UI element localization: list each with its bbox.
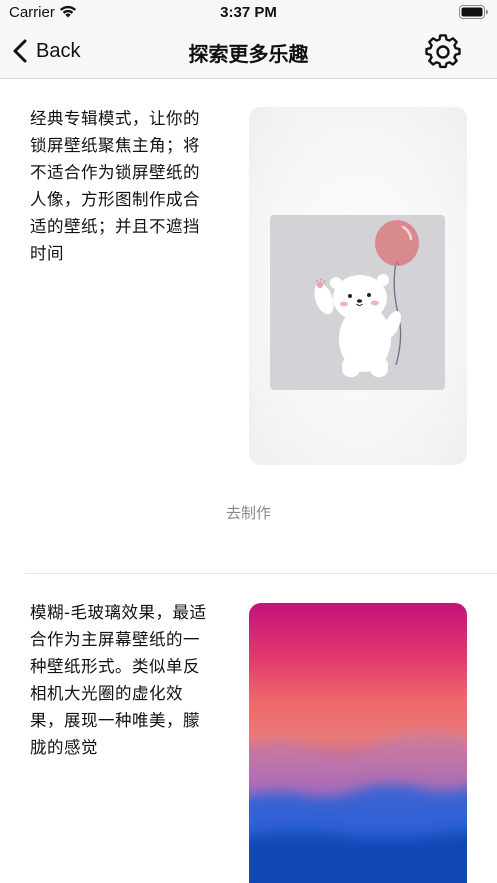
make-button[interactable]: 去制作 [0,502,497,523]
description-line: 人像，方形图制作成合 [30,190,200,209]
description-line: 种壁纸形式。类似单反 [30,657,200,676]
description-line: 经典专辑模式，让你的 [30,109,200,128]
screen: Carrier 3:37 PM Back 探索更多乐趣 经典专辑模式，让你的 锁… [0,0,497,883]
page-title: 探索更多乐趣 [188,42,309,66]
album-mode-description: 经典专辑模式，让你的 锁屏壁纸聚焦主角；将 不适合作为锁屏壁纸的 人像，方形图制… [30,105,226,267]
description-line: 适的壁纸；并且不遮挡 [30,217,200,236]
polar-bear-with-balloon-illustration [270,215,445,390]
status-bar: Carrier 3:37 PM [0,0,497,26]
description-line: 时间 [30,244,64,263]
description-line: 相机大光圈的虚化效 [30,684,183,703]
blur-mode-description: 模糊-毛玻璃效果，最适 合作为主屏幕壁纸的一 种壁纸形式。类似单反 相机大光圈的… [30,599,226,761]
album-mode-card: 经典专辑模式，让你的 锁屏壁纸聚焦主角；将 不适合作为锁屏壁纸的 人像，方形图制… [0,79,497,573]
blur-mode-card: 模糊-毛玻璃效果，最适 合作为主屏幕壁纸的一 种壁纸形式。类似单反 相机大光圈的… [0,574,497,883]
description-line: 果，展现一种唯美，朦 [30,711,200,730]
album-mode-preview[interactable] [249,107,467,465]
description-line: 胧的感觉 [30,738,98,757]
clock: 3:37 PM [220,4,277,21]
blur-mode-preview[interactable] [249,603,467,883]
description-line: 合作为主屏幕壁纸的一 [30,630,200,649]
description-line: 锁屏壁纸聚焦主角；将 [30,136,200,155]
battery-icon [459,5,488,19]
polar-bear-icon [314,220,419,377]
blurred-sunset-gradient [249,732,467,883]
gear-icon[interactable] [425,34,461,70]
description-line: 不适合作为锁屏壁纸的 [30,163,200,182]
description-line: 模糊-毛玻璃效果，最适 [30,603,207,622]
navigation-bar: Back 探索更多乐趣 [0,26,497,79]
